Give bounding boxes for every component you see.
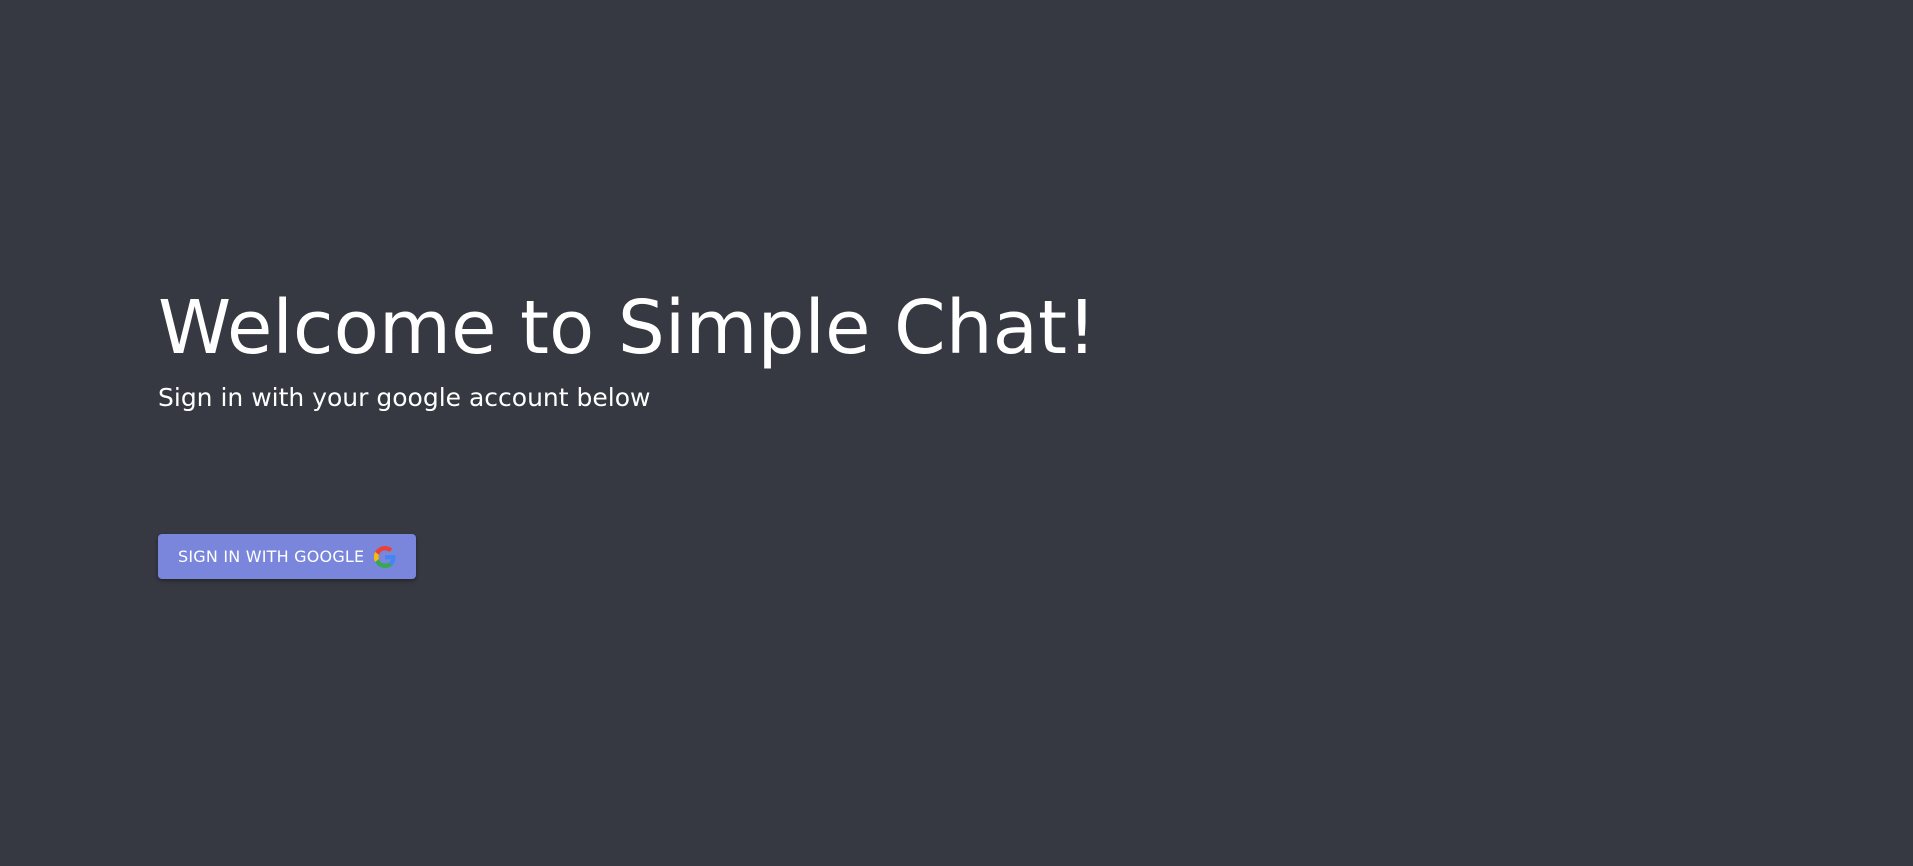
page-subtitle: Sign in with your google account below xyxy=(158,383,651,412)
sign-in-with-google-button[interactable]: SIGN IN WITH GOOGLE xyxy=(158,534,417,579)
google-icon xyxy=(374,545,396,568)
page-title: Welcome to Simple Chat! xyxy=(158,285,1097,371)
welcome-section: Welcome to Simple Chat! Sign in with you… xyxy=(158,280,1097,416)
sign-in-button-label: SIGN IN WITH GOOGLE xyxy=(178,547,365,566)
login-page: Welcome to Simple Chat! Sign in with you… xyxy=(0,0,1913,866)
